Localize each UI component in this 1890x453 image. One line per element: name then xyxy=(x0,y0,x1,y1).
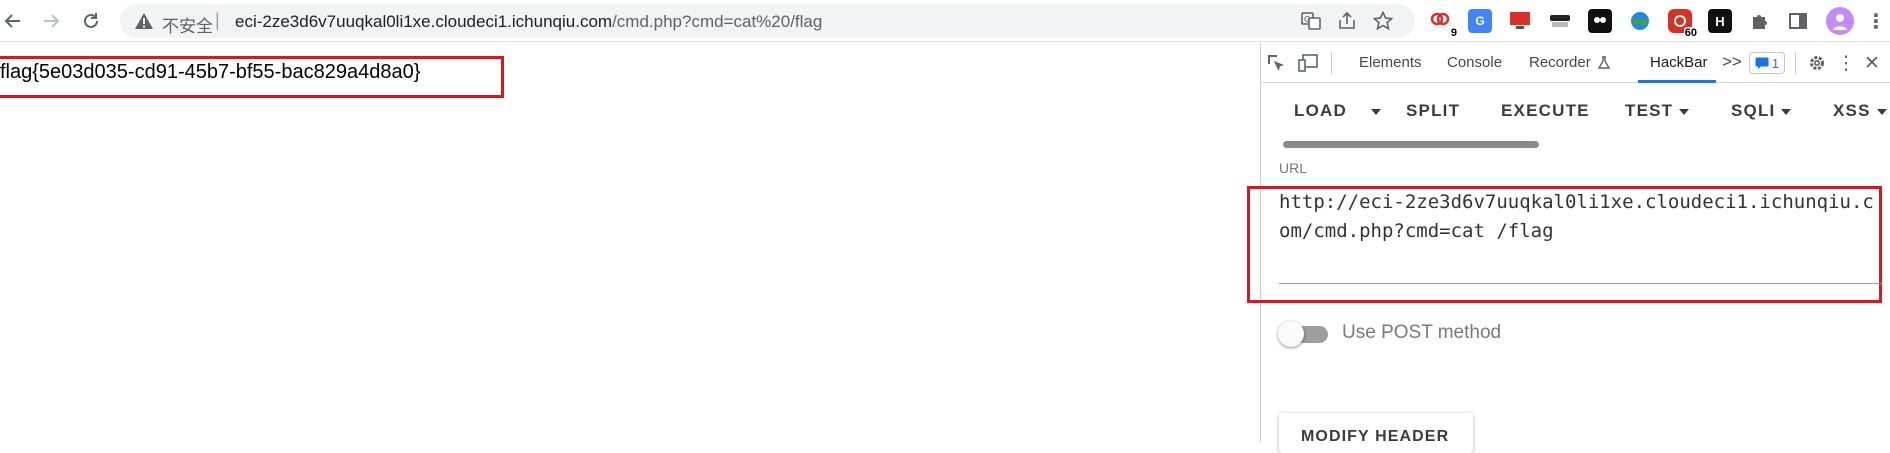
profile-avatar[interactable] xyxy=(1826,7,1854,35)
test-menu-button[interactable]: TEST xyxy=(1625,101,1690,121)
forward-button[interactable] xyxy=(38,8,64,34)
load-dropdown-caret[interactable] xyxy=(1365,101,1381,121)
url-text[interactable]: eci-2ze3d6v7uuqkal0li1xe.cloudeci1.ichun… xyxy=(235,12,822,32)
extensions-puzzle-icon[interactable] xyxy=(1748,9,1772,33)
chevron-down-icon xyxy=(1781,108,1792,115)
url-textarea[interactable]: http://eci-2ze3d6v7uuqkal0li1xe.cloudeci… xyxy=(1279,188,1881,246)
address-bar[interactable]: 不安全 | eci-2ze3d6v7uuqkal0li1xe.cloudeci1… xyxy=(120,4,1415,38)
xss-menu-button[interactable]: XSS xyxy=(1833,101,1887,121)
omnibox-separator: | xyxy=(215,10,220,30)
devtools-panel: Elements Console Recorder HackBar >> 1 ⋮… xyxy=(1247,43,1890,453)
inspect-element-icon[interactable] xyxy=(1265,52,1287,74)
device-toolbar-icon[interactable] xyxy=(1297,52,1319,74)
reload-button[interactable] xyxy=(78,8,104,34)
extension-3-icon[interactable] xyxy=(1508,9,1532,33)
extension-1-icon[interactable]: 9 xyxy=(1428,9,1458,39)
extension-7-icon[interactable]: 60 xyxy=(1668,9,1698,39)
tab-console[interactable]: Console xyxy=(1447,54,1502,71)
xss-menu-label: XSS xyxy=(1833,101,1871,120)
post-method-toggle[interactable] xyxy=(1278,321,1304,347)
chevron-down-icon xyxy=(1679,108,1690,115)
reload-icon xyxy=(84,13,98,28)
url-host: eci-2ze3d6v7uuqkal0li1xe.cloudeci1.ichun… xyxy=(235,12,613,31)
devtools-tab-bar: Elements Console Recorder HackBar >> 1 ⋮… xyxy=(1261,43,1890,83)
toolbar-divider xyxy=(1331,52,1332,74)
side-panel-icon[interactable] xyxy=(1786,9,1810,33)
toolbar-divider-2 xyxy=(1795,52,1796,74)
back-arrow-icon xyxy=(4,14,20,28)
post-method-label[interactable]: Use POST method xyxy=(1342,322,1501,344)
test-menu-label: TEST xyxy=(1625,101,1674,120)
issues-count: 1 xyxy=(1771,55,1780,71)
share-icon[interactable] xyxy=(1336,10,1358,32)
chevron-down-icon xyxy=(1371,108,1381,115)
flask-icon xyxy=(1597,56,1611,69)
warning-icon[interactable] xyxy=(134,11,154,31)
chevron-down-icon xyxy=(1876,108,1887,115)
url-field-label: URL xyxy=(1279,160,1308,176)
sqli-menu-button[interactable]: SQLI xyxy=(1731,101,1792,121)
extension-7-badge: 60 xyxy=(1683,27,1698,39)
svg-text:G: G xyxy=(1304,15,1310,24)
menu-horizontal-scrollbar[interactable] xyxy=(1283,141,1539,148)
extension-6-icon[interactable] xyxy=(1628,9,1652,33)
issues-button[interactable]: 1 xyxy=(1749,52,1785,74)
extension-8-icon[interactable]: H xyxy=(1708,9,1732,33)
tab-recorder[interactable]: Recorder xyxy=(1529,54,1591,71)
execute-button[interactable]: EXECUTE xyxy=(1501,101,1590,121)
forward-arrow-icon xyxy=(44,14,60,28)
url-path: /cmd.php?cmd=cat%20/flag xyxy=(612,12,823,31)
sqli-menu-label: SQLI xyxy=(1731,101,1776,120)
browser-menu-icon[interactable]: ⋮ xyxy=(1864,9,1888,33)
active-tab-indicator xyxy=(1638,80,1716,83)
browser-toolbar: 不安全 | eci-2ze3d6v7uuqkal0li1xe.cloudeci1… xyxy=(0,0,1890,42)
close-devtools-icon[interactable]: ✕ xyxy=(1861,52,1883,74)
load-button[interactable]: LOAD xyxy=(1294,101,1347,121)
split-button[interactable]: SPLIT xyxy=(1406,101,1460,121)
extension-1-badge: 9 xyxy=(1449,27,1458,39)
bookmark-star-icon[interactable] xyxy=(1372,10,1394,32)
extension-4-icon[interactable] xyxy=(1548,9,1572,33)
security-label[interactable]: 不安全 xyxy=(162,12,213,37)
modify-header-button[interactable]: MODIFY HEADER xyxy=(1279,413,1473,453)
tab-elements[interactable]: Elements xyxy=(1359,54,1422,71)
back-button[interactable] xyxy=(0,8,26,34)
google-translate-extension-icon[interactable]: G xyxy=(1468,9,1492,33)
extension-5-icon[interactable] xyxy=(1588,9,1612,33)
translate-icon[interactable]: G xyxy=(1300,10,1322,32)
flag-output: flag{5e03d035-cd91-45b7-bf55-bac829a4d8a… xyxy=(0,61,421,83)
tab-hackbar[interactable]: HackBar xyxy=(1650,54,1708,71)
issues-message-icon xyxy=(1755,57,1769,69)
more-tabs-icon[interactable]: >> xyxy=(1722,52,1742,72)
settings-gear-icon[interactable] xyxy=(1806,52,1828,74)
url-field-underline xyxy=(1279,283,1882,284)
devtools-menu-icon[interactable]: ⋮ xyxy=(1835,52,1857,74)
